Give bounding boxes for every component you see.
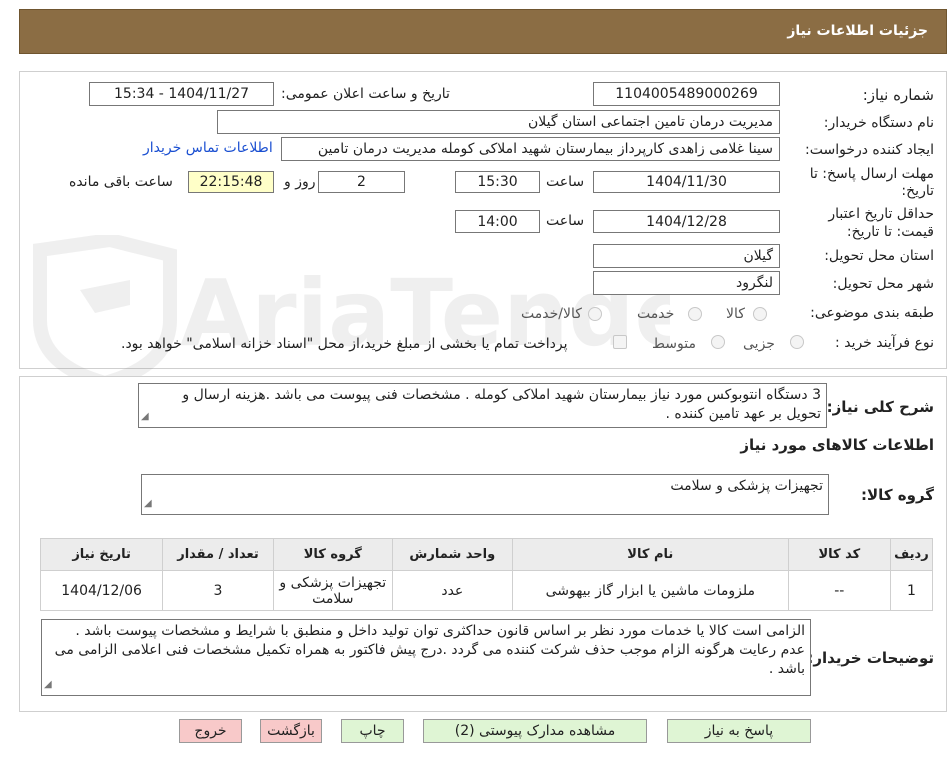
goods-group-label: گروه کالا: [861,486,934,504]
page-title: جزئیات اطلاعات نیاز [787,23,928,39]
need-number-label: شماره نیاز: [862,86,934,104]
cell-row: 1 [889,570,934,611]
col-unit: واحد شمارش [391,538,513,571]
col-qty: تعداد / مقدار [162,538,274,571]
deadline-time-field: 15:30 [455,171,540,193]
announce-date-field: 1404/11/27 - 15:34 [89,82,274,106]
cell-unit: عدد [391,570,513,611]
province-label: استان محل تحویل: [824,248,934,264]
city-field: لنگرود [593,271,780,295]
requester-label: ایجاد کننده درخواست: [805,142,934,158]
col-row: ردیف [889,538,934,571]
goods-section-title: اطلاعات کالاهای مورد نیاز [740,436,934,454]
back-button[interactable]: بازگشت [260,719,322,743]
cell-date: 1404/12/06 [39,570,164,611]
description-text: 3 دستگاه انتوبوکس مورد نیاز بیمارستان شه… [182,387,821,422]
goods-table-header: ردیف کد کالا نام کالا واحد شمارش گروه کا… [39,538,934,571]
page-header: جزئیات اطلاعات نیاز [19,9,947,54]
resize-grip-icon[interactable]: ◢ [141,407,149,426]
category-label: طبقه بندی موضوعی: [810,305,934,321]
deadline-label: مهلت ارسال پاسخ: تا [809,166,934,182]
buyer-contact-link[interactable]: اطلاعات تماس خریدار [143,140,273,156]
view-attachments-button[interactable]: مشاهده مدارک پیوستی (2) [423,719,647,743]
col-name: نام کالا [511,538,789,571]
description-label: شرح کلی نیاز: [826,398,934,416]
goods-group-textarea: تجهیزات پزشکی و سلامت ◢ [141,474,829,515]
requester-field: سینا غلامی زاهدی کارپرداز بیمارستان شهید… [281,137,780,161]
category-goods-label: کالا [726,306,745,322]
validity-date-field: 1404/12/28 [593,210,780,233]
process-minor-radio[interactable] [790,335,804,349]
buyer-org-label: نام دستگاه خریدار: [823,115,934,131]
category-goods-radio[interactable] [753,307,767,321]
need-number-field: 1104005489000269 [593,82,780,106]
buyer-notes-label: توضیحات خریدار: [807,649,934,667]
validity-time-label: ساعت [546,213,585,229]
treasury-payment-note: پرداخت تمام یا بخشی از مبلغ خرید،از محل … [121,336,568,352]
validity-label: حداقل تاریخ اعتبار [828,206,934,222]
cell-code: -- [787,570,891,611]
buyer-notes-text: الزامی است کالا یا خدمات مورد نظر بر اسا… [54,623,805,677]
remaining-time-field: 22:15:48 [188,171,274,193]
description-textarea: 3 دستگاه انتوبوکس مورد نیاز بیمارستان شه… [138,383,827,428]
table-row: 1 -- ملزومات ماشین یا ابزار گاز بیهوشی ع… [39,570,934,611]
buyer-org-field: مدیریت درمان تامین اجتماعی استان گیلان [217,110,780,134]
cell-name: ملزومات ماشین یا ابزار گاز بیهوشی [511,570,789,611]
process-minor-label: جزیی [743,336,775,352]
deadline-date-field: 1404/11/30 [593,171,780,193]
validity-time-field: 14:00 [455,210,540,233]
goods-group-text: تجهیزات پزشکی و سلامت [670,478,823,494]
category-service-radio[interactable] [688,307,702,321]
cell-qty: 3 [162,570,274,611]
city-label: شهر محل تحویل: [832,276,934,292]
category-both-radio[interactable] [588,307,602,321]
days-remaining-field: 2 [318,171,405,193]
cell-group: تجهیزات پزشکی و سلامت [272,570,393,611]
process-type-label: نوع فرآیند خرید : [835,335,934,351]
remaining-time-label: ساعت باقی مانده [69,174,173,190]
col-group: گروه کالا [272,538,393,571]
province-field: گیلان [593,244,780,268]
deadline-label-2: تاریخ: [901,183,934,199]
resize-grip-icon[interactable]: ◢ [44,675,52,694]
col-date: تاریخ نیاز [39,538,164,571]
buyer-notes-textarea: الزامی است کالا یا خدمات مورد نظر بر اسا… [41,619,811,696]
process-medium-radio[interactable] [711,335,725,349]
category-both-label: کالا/خدمت [521,306,582,322]
deadline-time-label: ساعت [546,174,585,190]
resize-grip-icon[interactable]: ◢ [144,494,152,513]
exit-button[interactable]: خروج [179,719,242,743]
col-code: کد کالا [787,538,891,571]
goods-table: ردیف کد کالا نام کالا واحد شمارش گروه کا… [39,538,934,611]
announce-date-label: تاریخ و ساعت اعلان عمومی: [281,86,450,102]
validity-label-2: قیمت: تا تاریخ: [846,224,934,240]
treasury-payment-checkbox[interactable] [613,335,627,349]
print-button[interactable]: چاپ [341,719,404,743]
category-service-label: خدمت [637,306,675,322]
process-medium-label: متوسط [652,336,696,352]
respond-button[interactable]: پاسخ به نیاز [667,719,811,743]
days-label: روز و [284,174,316,190]
